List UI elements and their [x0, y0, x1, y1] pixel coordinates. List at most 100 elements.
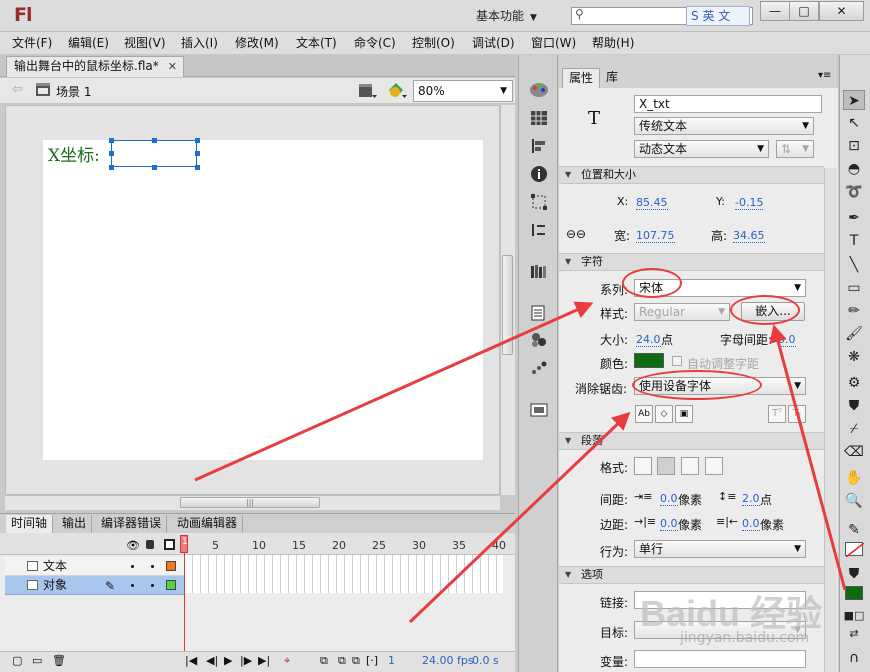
scrollbar-thumb[interactable] [502, 255, 513, 355]
edit-scene-icon[interactable] [359, 83, 377, 99]
modify-markers-icon[interactable]: [·] [366, 654, 378, 667]
tab-properties[interactable]: 属性 [562, 68, 601, 88]
stage-text-label[interactable]: X坐标: [48, 141, 100, 166]
swatches-icon[interactable] [528, 108, 550, 128]
menu-debug[interactable]: 调试(D) [472, 34, 515, 51]
resize-handle[interactable] [109, 165, 114, 170]
fps-value[interactable]: 24.00 fps [422, 654, 474, 667]
show-border-icon[interactable]: ▣ [675, 405, 693, 423]
lock-dot[interactable] [151, 565, 154, 568]
selected-text-field[interactable] [111, 140, 197, 167]
align-right-icon[interactable] [681, 457, 699, 475]
onion-outline-icon[interactable]: ⧉ [338, 654, 346, 668]
center-frame-icon[interactable]: ⌖ [284, 654, 290, 668]
fill-color-icon[interactable]: ⛊ [843, 564, 865, 584]
left-margin-value[interactable]: 0.0 [660, 517, 678, 531]
hand-tool-icon[interactable]: ✋ [843, 468, 865, 488]
menu-command[interactable]: 命令(C) [354, 34, 396, 51]
fill-color-swatch[interactable] [845, 586, 863, 600]
project-icon[interactable] [528, 400, 550, 420]
subscript-icon[interactable]: Tₜ [788, 405, 806, 423]
properties-scrollbar[interactable] [824, 168, 837, 672]
lasso-tool-icon[interactable]: ➰ [843, 182, 865, 202]
text-orientation-select[interactable]: ⇅ ▼ [776, 140, 814, 158]
brush-tool-icon[interactable]: 🖌 [843, 324, 865, 344]
tab-motion-editor[interactable]: 动画编辑器 [172, 515, 244, 533]
resize-handle[interactable] [195, 138, 200, 143]
onion-skin-icon[interactable]: ⧉ [320, 654, 328, 668]
menu-modify[interactable]: 修改(M) [235, 34, 279, 51]
new-layer-icon[interactable]: ▢ [12, 654, 22, 667]
tab-output[interactable]: 输出 [57, 515, 93, 533]
library-icon[interactable] [528, 262, 550, 282]
align-icon[interactable] [528, 136, 550, 156]
section-character[interactable]: 字符 [559, 253, 824, 271]
align-center-icon[interactable] [657, 457, 675, 475]
align-left-icon[interactable] [634, 457, 652, 475]
letter-spacing-value[interactable]: 0.0 [778, 333, 796, 347]
behavior-select[interactable]: 单行 ▼ [634, 540, 806, 558]
step-forward-icon[interactable]: |▶ [240, 654, 252, 667]
layer-color-swatch[interactable] [166, 580, 176, 590]
playhead[interactable]: 1 [180, 535, 188, 553]
selectable-text-icon[interactable]: Ab [635, 405, 653, 423]
visibility-dot[interactable] [131, 565, 134, 568]
edit-multiple-frames-icon[interactable]: ⧉ [352, 654, 360, 668]
subselection-tool-icon[interactable]: ↖ [843, 113, 865, 133]
variable-input[interactable] [634, 650, 806, 668]
y-value[interactable]: -0.15 [735, 196, 764, 210]
width-value[interactable]: 107.75 [636, 229, 675, 243]
history-icon[interactable] [528, 220, 550, 240]
close-button[interactable]: ✕ [819, 1, 864, 21]
menu-text[interactable]: 文本(T) [296, 34, 337, 51]
component-inspector-icon[interactable] [528, 330, 550, 350]
rectangle-tool-icon[interactable]: ▭ [843, 278, 865, 298]
zoom-tool-icon[interactable]: 🔍 [843, 491, 865, 511]
section-position-size[interactable]: 位置和大小 [559, 166, 824, 184]
stroke-color-icon[interactable]: ✎ [843, 520, 865, 540]
section-paragraph[interactable]: 段落 [559, 432, 824, 450]
resize-handle[interactable] [152, 138, 157, 143]
pen-tool-icon[interactable]: ✒ [843, 208, 865, 228]
new-folder-icon[interactable]: ▭ [32, 654, 42, 667]
text-tool-icon[interactable]: T [843, 231, 865, 251]
bone-tool-icon[interactable]: ⚙ [843, 373, 865, 393]
back-arrow-icon[interactable]: ⇦ [12, 82, 23, 97]
minimize-button[interactable]: — [760, 1, 790, 21]
menu-edit[interactable]: 编辑(E) [68, 34, 109, 51]
eyedropper-tool-icon[interactable]: ⌿ [843, 419, 865, 439]
deco-tool-icon[interactable]: ❋ [843, 347, 865, 367]
instance-name-input[interactable]: X_txt [634, 95, 822, 113]
menu-control[interactable]: 控制(O) [412, 34, 455, 51]
line-spacing-value[interactable]: 2.0 [742, 492, 760, 506]
link-dimensions-icon[interactable]: ⊖⊖ [566, 227, 586, 241]
panel-menu-icon[interactable]: ▾≡ [818, 70, 831, 81]
lock-dot[interactable] [151, 584, 154, 587]
play-icon[interactable]: ▶ [224, 654, 232, 667]
edit-symbol-icon[interactable] [387, 82, 407, 100]
tab-compiler-errors[interactable]: 编译器错误 [96, 515, 168, 533]
close-icon[interactable]: ✕ [168, 57, 177, 76]
document-tab[interactable]: 输出舞台中的鼠标坐标.fla* ✕ [6, 56, 184, 77]
resize-handle[interactable] [195, 151, 200, 156]
go-to-first-frame-icon[interactable]: |◀ [185, 654, 197, 667]
tab-library[interactable]: 库 [600, 68, 624, 88]
workspace-switcher[interactable]: 基本功能 ▼ [476, 6, 556, 26]
components-icon[interactable] [528, 303, 550, 323]
motion-presets-icon[interactable] [528, 358, 550, 378]
stage[interactable] [43, 140, 483, 460]
swap-colors-icon[interactable]: ⇄ [843, 624, 865, 644]
right-margin-value[interactable]: 0.0 [742, 517, 760, 531]
pencil-tool-icon[interactable]: ✏ [843, 301, 865, 321]
menu-insert[interactable]: 插入(I) [181, 34, 218, 51]
step-back-icon[interactable]: ◀| [206, 654, 218, 667]
outline-icon[interactable] [164, 539, 175, 550]
frame-grid[interactable] [185, 555, 503, 593]
resize-handle[interactable] [109, 151, 114, 156]
snap-to-objects-icon[interactable]: ∩ [843, 648, 865, 668]
3d-rotation-tool-icon[interactable]: ◓ [843, 159, 865, 179]
layer-color-swatch[interactable] [166, 561, 176, 571]
font-size-value[interactable]: 24.0 [636, 333, 661, 347]
justify-icon[interactable] [705, 457, 723, 475]
resize-handle[interactable] [109, 138, 114, 143]
